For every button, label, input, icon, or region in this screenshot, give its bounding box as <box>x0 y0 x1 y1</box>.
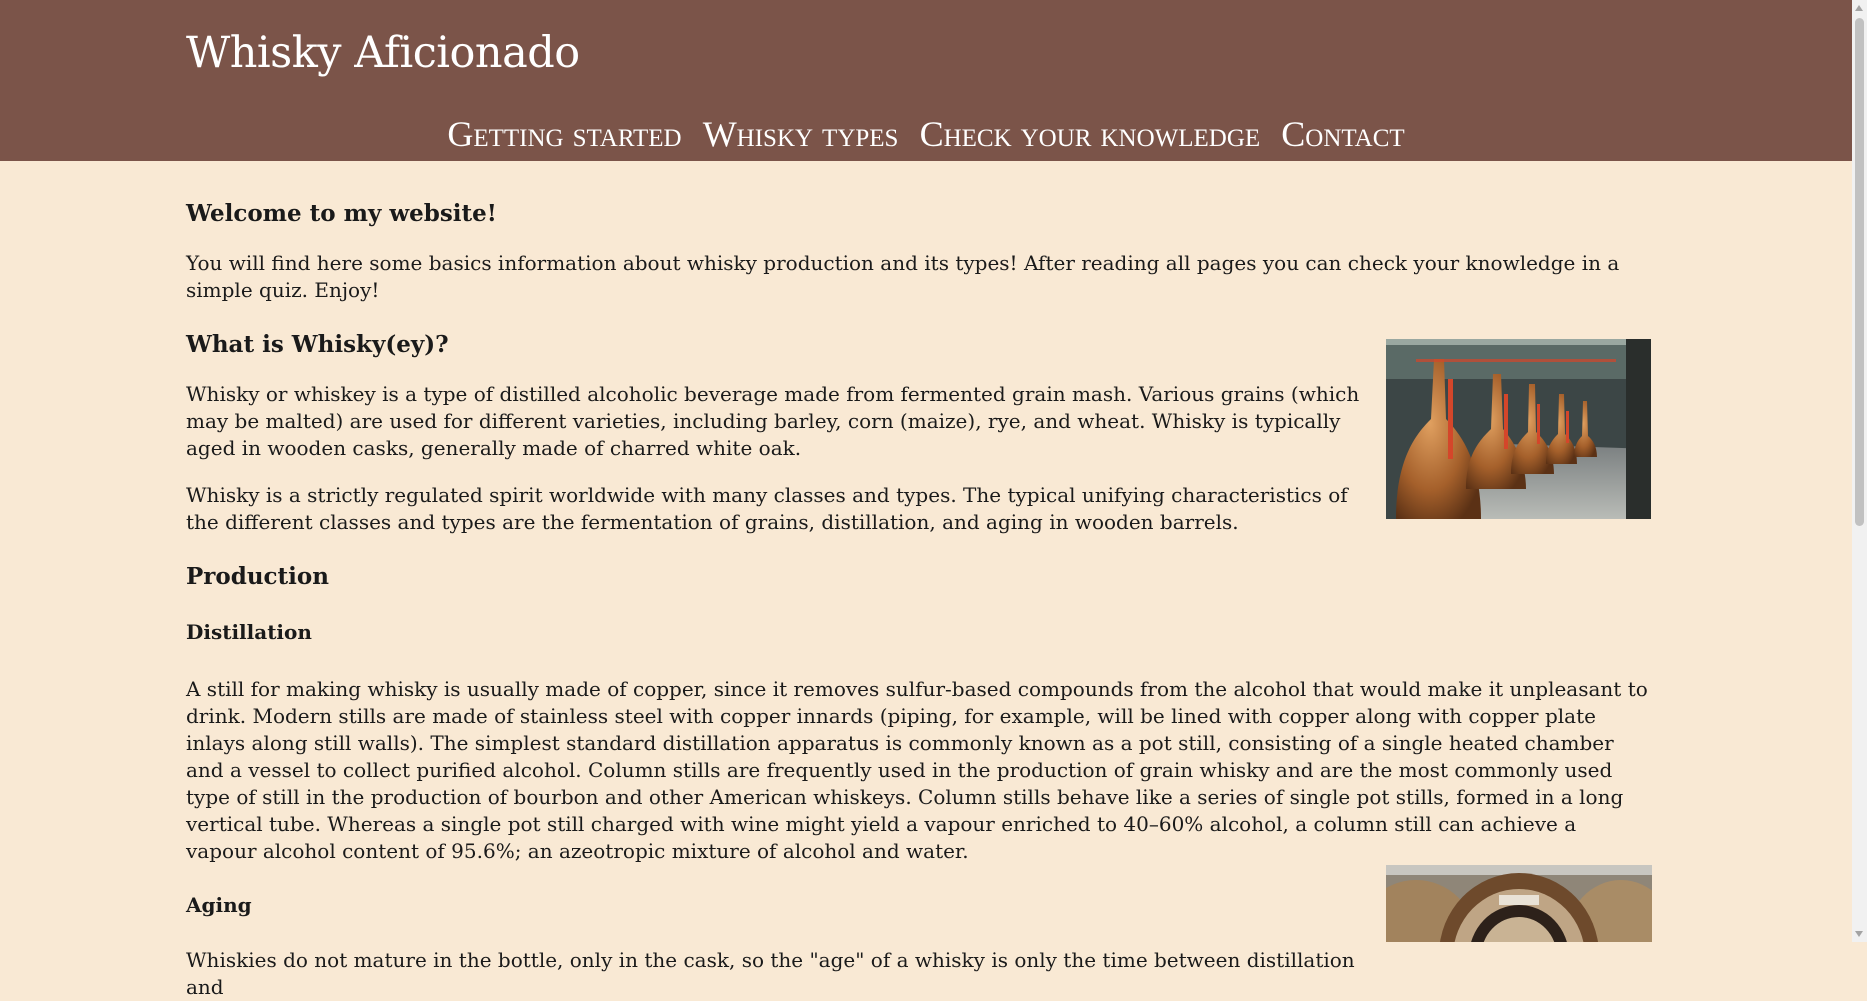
barrel-photo <box>1386 865 1652 942</box>
scroll-up-arrow-icon[interactable] <box>1855 5 1863 11</box>
what-is-whisky-paragraph-1: Whisky or whiskey is a type of distilled… <box>186 382 1360 460</box>
distillation-heading: Distillation <box>186 620 312 644</box>
stills-image <box>1386 339 1651 519</box>
nav-whisky-types[interactable]: Whisky types <box>703 112 899 156</box>
barrel-image <box>1386 865 1652 942</box>
nav-getting-started[interactable]: Getting started <box>447 112 681 156</box>
scrollbar-thumb[interactable] <box>1855 18 1864 526</box>
welcome-heading: Welcome to my website! <box>186 200 497 227</box>
what-is-whisky-paragraph-2: Whisky is a strictly regulated spirit wo… <box>186 483 1348 534</box>
site-header: Whisky Aficionado Getting started Whisky… <box>0 0 1852 161</box>
scroll-down-arrow-icon[interactable] <box>1855 931 1863 937</box>
vertical-scrollbar[interactable] <box>1852 0 1867 942</box>
site-title: Whisky Aficionado <box>186 28 580 78</box>
nav-contact[interactable]: Contact <box>1281 112 1404 156</box>
distillation-text: A still for making whisky is usually mad… <box>186 677 1648 863</box>
main-nav: Getting started Whisky types Check your … <box>0 112 1852 156</box>
welcome-text: You will find here some basics informati… <box>186 251 1620 302</box>
production-heading: Production <box>186 563 329 590</box>
aging-text: Whiskies do not mature in the bottle, on… <box>186 948 1355 999</box>
nav-check-your-knowledge[interactable]: Check your knowledge <box>920 112 1261 156</box>
stills-photo <box>1386 339 1651 519</box>
